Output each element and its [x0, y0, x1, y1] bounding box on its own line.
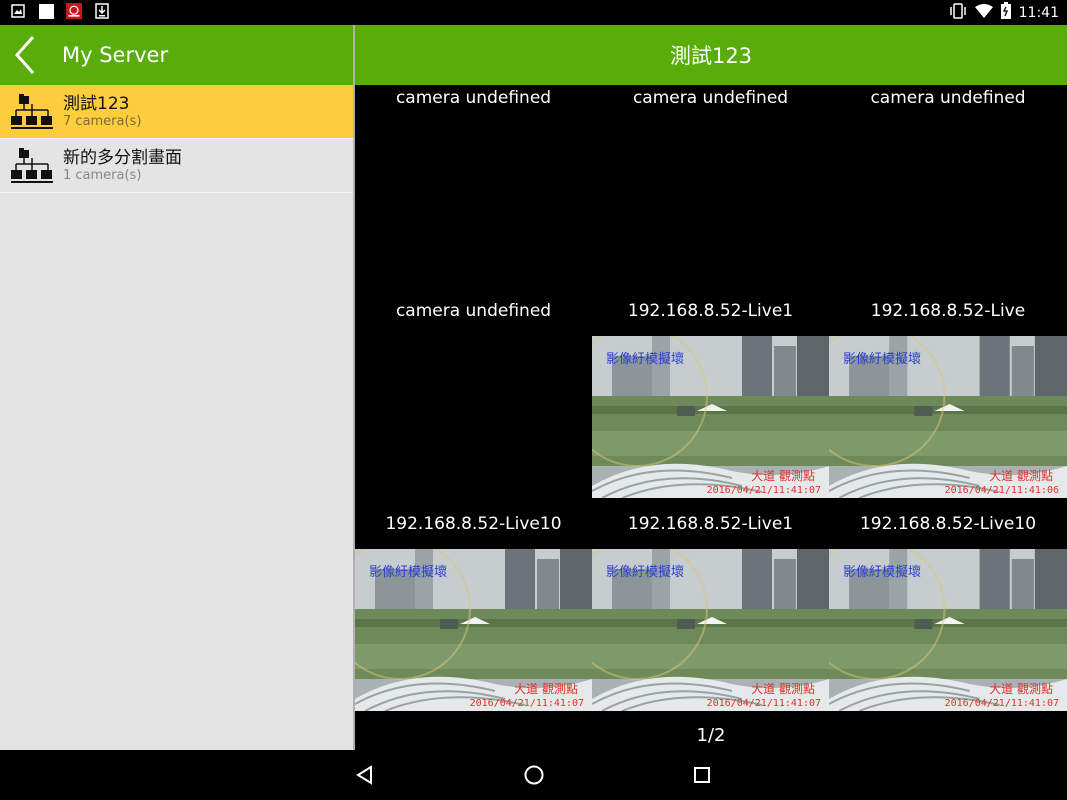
server-list-header: My Server	[0, 25, 355, 85]
camera-overlay-title: 影像紆模擬壞	[369, 565, 448, 580]
camera-feed[interactable]: 影像紆模擬壞大道 觀測點 2016/04/21/11:41:07	[355, 549, 592, 711]
camera-label: 192.168.8.52-Live10	[385, 514, 562, 534]
server-item-2[interactable]: 新的多分割畫面 1 camera(s)	[0, 139, 355, 193]
camera-overlay-location: 大道 觀測點	[751, 469, 815, 483]
camera-cell[interactable]: camera undefined	[355, 298, 592, 511]
camera-feed[interactable]: 影像紆模擬壞大道 觀測點 2016/04/21/11:41:06	[829, 336, 1067, 498]
camera-label: 192.168.8.52-Live10	[859, 514, 1037, 534]
back-button[interactable]	[0, 25, 50, 85]
camera-cell[interactable]: 192.168.8.52-Live10 影像紆模擬壞大道 觀測點 2016/04/…	[355, 511, 592, 724]
server-item-1[interactable]: 測試123 7 camera(s)	[0, 85, 355, 139]
camera-overlay-location: 大道 觀測點	[989, 469, 1053, 483]
download-icon	[94, 3, 110, 19]
server-list-panel: My Server 測試123 7 camera(s) 新的多分割畫面 1 ca…	[0, 25, 355, 750]
nav-back-button[interactable]	[353, 763, 377, 787]
status-bar: 11:41	[0, 0, 1067, 25]
camera-label: camera undefined	[395, 301, 552, 321]
camera-overlay-title: 影像紆模擬壞	[606, 352, 685, 367]
camera-overlay-title: 影像紆模擬壞	[843, 352, 922, 367]
camera-cell[interactable]: camera undefined	[355, 85, 592, 298]
network-group-icon	[11, 147, 53, 183]
server-camera-count: 1 camera(s)	[63, 167, 142, 183]
camera-view-panel: 測試123 camera undefined camera undefined …	[355, 25, 1067, 750]
camera-timestamp: 2016/04/21/11:41:07	[706, 485, 821, 496]
server-list-title: My Server	[62, 43, 169, 67]
camera-cell[interactable]: camera undefined	[829, 85, 1067, 298]
server-name: 新的多分割畫面	[63, 147, 182, 168]
camera-label: camera undefined	[395, 88, 552, 108]
camera-feed[interactable]: 影像紆模擬壞大道 觀測點 2016/04/21/11:41:07	[592, 336, 829, 498]
recents-square-icon	[694, 767, 710, 783]
camera-overlay-title: 影像紆模擬壞	[843, 565, 922, 580]
view-title: 測試123	[355, 25, 1067, 85]
camera-overlay-location: 大道 觀測點	[989, 682, 1053, 696]
nav-home-button[interactable]	[522, 763, 546, 787]
camera-label: 192.168.8.52-Live1	[627, 301, 794, 321]
server-name: 測試123	[63, 93, 130, 114]
system-status: 11:41	[949, 2, 1059, 23]
clock: 11:41	[1018, 4, 1059, 21]
camera-label: camera undefined	[632, 88, 789, 108]
camera-label: 192.168.8.52-Live1	[627, 514, 794, 534]
gallery-icon	[10, 3, 26, 19]
camera-cell[interactable]: 192.168.8.52-Live1 影像紆模擬壞大道 觀測點 2016/04/2…	[592, 511, 829, 724]
back-triangle-icon	[356, 765, 372, 785]
camera-cell[interactable]: 192.168.8.52-Live 影像紆模擬壞大道 觀測點 2016/04/21…	[829, 298, 1067, 511]
camera-timestamp: 2016/04/21/11:41:06	[944, 485, 1059, 496]
camera-timestamp: 2016/04/21/11:41:07	[706, 698, 821, 709]
network-group-icon	[11, 93, 53, 129]
camera-timestamp: 2016/04/21/11:41:07	[944, 698, 1059, 709]
blank-app-icon	[38, 3, 54, 19]
camera-overlay-location: 大道 觀測點	[751, 682, 815, 696]
camera-overlay-location: 大道 觀測點	[514, 682, 578, 696]
notification-icons	[10, 3, 110, 19]
page-indicator: 1/2	[696, 725, 726, 746]
camera-cell[interactable]: camera undefined	[592, 85, 829, 298]
camera-cell[interactable]: 192.168.8.52-Live1 影像紆模擬壞大道 觀測點 2016/04/2…	[592, 298, 829, 511]
camera-timestamp: 2016/04/21/11:41:07	[469, 698, 584, 709]
camera-cell[interactable]: 192.168.8.52-Live10 影像紆模擬壞大道 觀測點 2016/04/…	[829, 511, 1067, 724]
camera-feed[interactable]: 影像紆模擬壞大道 觀測點 2016/04/21/11:41:07	[592, 549, 829, 711]
wifi-icon	[974, 3, 993, 23]
app-logo-icon	[66, 3, 82, 19]
nav-recents-button[interactable]	[690, 763, 714, 787]
camera-label: camera undefined	[870, 88, 1026, 108]
camera-overlay-title: 影像紆模擬壞	[606, 565, 685, 580]
camera-label: 192.168.8.52-Live	[870, 301, 1026, 321]
battery-icon	[1000, 2, 1011, 23]
vibrate-icon	[949, 2, 967, 23]
navigation-bar	[0, 750, 1067, 800]
camera-feed[interactable]: 影像紆模擬壞大道 觀測點 2016/04/21/11:41:07	[829, 549, 1067, 711]
home-circle-icon	[524, 765, 544, 785]
camera-grid: camera undefined camera undefined camera…	[355, 85, 1067, 725]
chevron-left-icon	[14, 36, 35, 74]
server-camera-count: 7 camera(s)	[63, 113, 142, 129]
